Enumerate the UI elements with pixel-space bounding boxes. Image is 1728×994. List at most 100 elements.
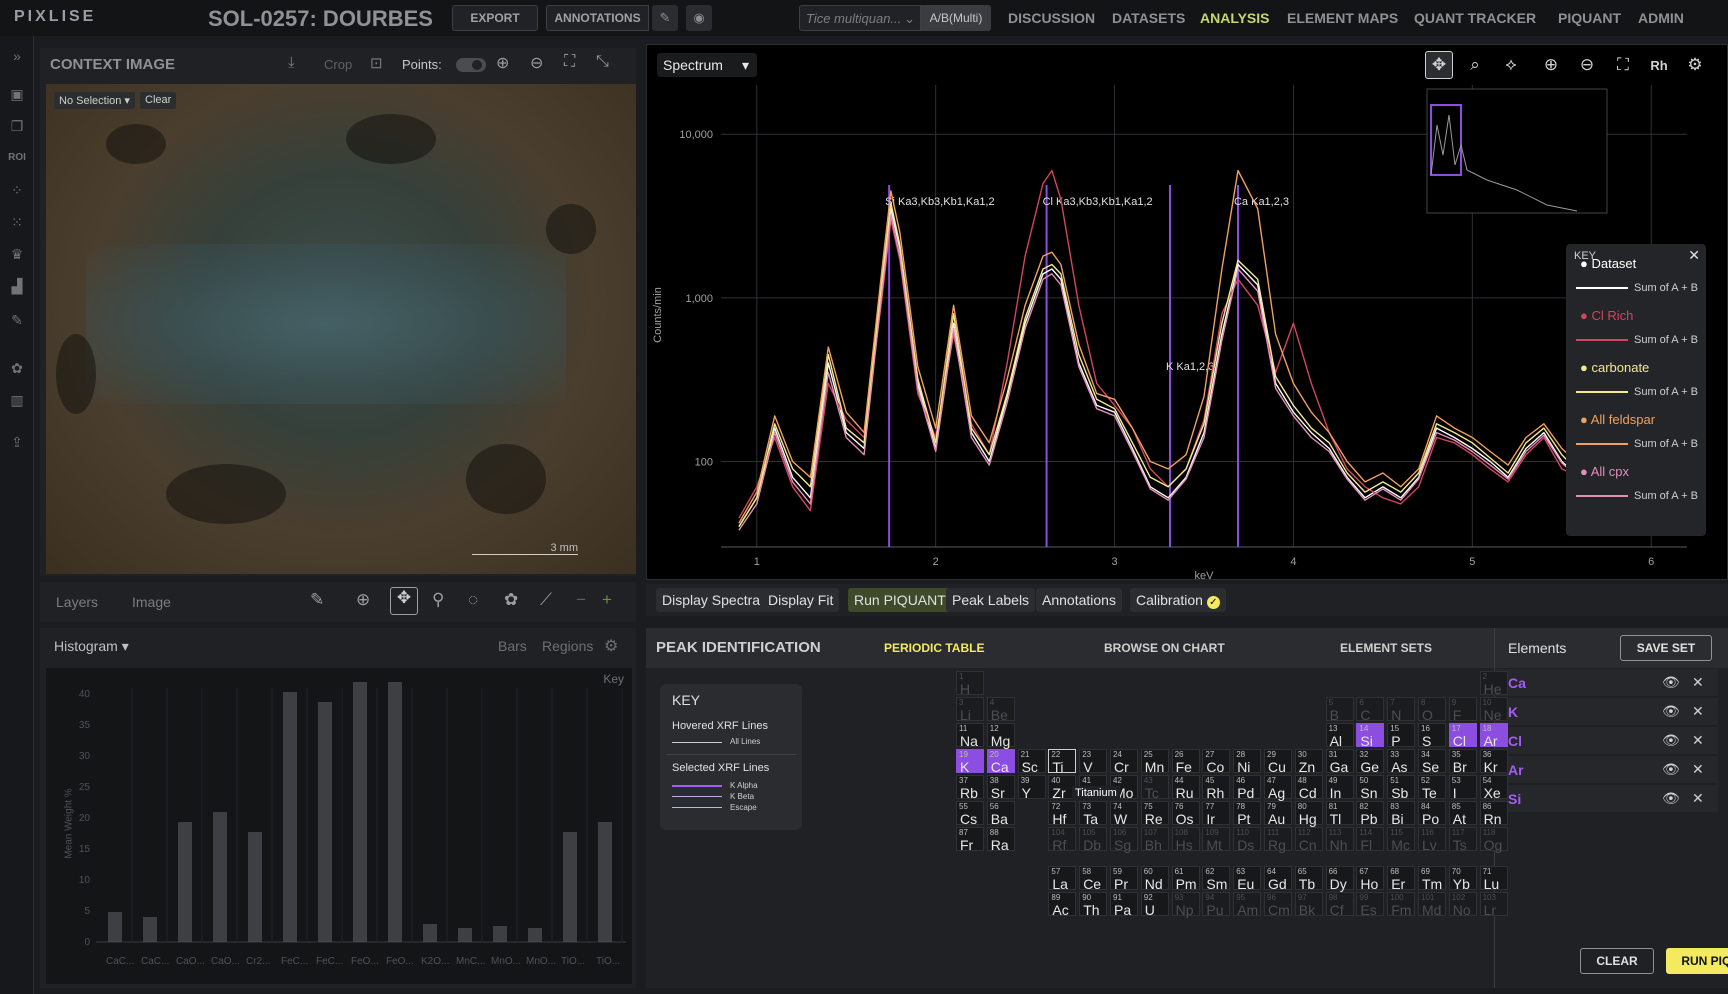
- camera-icon[interactable]: ◉: [686, 5, 712, 31]
- key-series-name[interactable]: ● Cl Rich: [1580, 308, 1633, 323]
- image-icon[interactable]: ▣: [6, 86, 28, 106]
- quant-selector[interactable]: Tice multiquan... ⌄: [799, 5, 921, 31]
- element-db[interactable]: 105 Db: [1079, 827, 1108, 853]
- selected-element-row[interactable]: K 👁 ✕: [1496, 697, 1718, 725]
- element-ti[interactable]: 22 Ti: [1048, 749, 1077, 775]
- element-cd[interactable]: 48 Cd: [1294, 775, 1323, 801]
- element-mc[interactable]: 115 Mc: [1387, 827, 1416, 853]
- palette-icon[interactable]: ✿: [504, 590, 518, 610]
- eye-icon[interactable]: 👁: [1662, 674, 1680, 691]
- element-si[interactable]: 14 Si: [1356, 723, 1385, 749]
- selection-dropdown[interactable]: No Selection ▾: [54, 92, 135, 109]
- element-os[interactable]: 76 Os: [1171, 801, 1200, 827]
- element-es[interactable]: 99 Es: [1356, 892, 1385, 918]
- save-set-button[interactable]: SAVE SET: [1620, 635, 1712, 661]
- element-au[interactable]: 79 Au: [1264, 801, 1292, 827]
- fit-icon[interactable]: ⛶: [564, 53, 575, 71]
- element-np[interactable]: 93 Np: [1171, 892, 1200, 918]
- element-sn[interactable]: 50 Sn: [1356, 775, 1385, 801]
- grid-icon[interactable]: ⁙: [6, 214, 28, 234]
- tab-run-piquant[interactable]: Run PIQUANT: [848, 588, 952, 612]
- element-se[interactable]: 34 Se: [1418, 749, 1446, 775]
- element-la[interactable]: 57 La: [1048, 866, 1077, 892]
- element-he[interactable]: 2 He: [1479, 671, 1508, 697]
- element-pb[interactable]: 82 Pb: [1356, 801, 1385, 827]
- element-cs[interactable]: 55 Cs: [956, 801, 984, 827]
- element-xe[interactable]: 54 Xe: [1479, 775, 1508, 801]
- histogram-bar[interactable]: [318, 702, 332, 942]
- element-cr[interactable]: 24 Cr: [1110, 749, 1138, 775]
- zoom-in-icon[interactable]: ⊕: [496, 53, 509, 73]
- histogram-bar[interactable]: [528, 928, 542, 942]
- element-ce[interactable]: 58 Ce: [1079, 866, 1108, 892]
- plus-icon[interactable]: +: [602, 590, 612, 610]
- tab-periodic-table[interactable]: PERIODIC TABLE: [884, 641, 984, 655]
- element-th[interactable]: 90 Th: [1079, 892, 1108, 918]
- clear-selection-button[interactable]: Clear: [140, 92, 177, 109]
- element-ne[interactable]: 10 Ne: [1479, 697, 1508, 723]
- minus-icon[interactable]: −: [576, 590, 586, 610]
- element-br[interactable]: 35 Br: [1448, 749, 1477, 775]
- key-series-name[interactable]: ● All cpx: [1580, 464, 1629, 479]
- histogram-bar[interactable]: [283, 692, 297, 942]
- element-nd[interactable]: 60 Nd: [1140, 866, 1169, 892]
- tab-calibration[interactable]: Calibration ✓: [1130, 588, 1226, 612]
- element-h[interactable]: 1H: [956, 671, 984, 697]
- element-hf[interactable]: 72 Hf: [1048, 801, 1077, 827]
- element-bk[interactable]: 97 Bk: [1294, 892, 1323, 918]
- histogram-bar[interactable]: [178, 822, 192, 942]
- tab-annotations[interactable]: Annotations: [1036, 588, 1122, 612]
- element-lv[interactable]: 116 Lv: [1418, 827, 1446, 853]
- element-ga[interactable]: 31 Ga: [1325, 749, 1354, 775]
- selected-element-row[interactable]: Cl 👁 ✕: [1496, 726, 1718, 754]
- tab-image[interactable]: Image: [132, 594, 171, 610]
- element-k[interactable]: 19 K: [956, 749, 984, 775]
- collapse-icon[interactable]: ⤡: [596, 53, 609, 71]
- element-cu[interactable]: 29 Cu: [1264, 749, 1292, 775]
- eye-icon[interactable]: 👁: [1662, 790, 1680, 807]
- element-rn[interactable]: 86 Rn: [1479, 801, 1508, 827]
- crop-button[interactable]: Crop: [324, 57, 352, 72]
- element-sb[interactable]: 51 Sb: [1387, 775, 1416, 801]
- histogram-bar[interactable]: [598, 822, 612, 942]
- element-ts[interactable]: 117 Ts: [1448, 827, 1477, 853]
- element-ni[interactable]: 28 Ni: [1233, 749, 1262, 775]
- element-md[interactable]: 101 Md: [1418, 892, 1446, 918]
- element-pr[interactable]: 59 Pr: [1110, 866, 1138, 892]
- download-icon[interactable]: ⤓: [288, 54, 295, 71]
- tab-peak-labels[interactable]: Peak Labels: [946, 588, 1036, 612]
- palette-icon[interactable]: ✿: [6, 360, 28, 380]
- ab-multi-button[interactable]: A/B(Multi): [921, 5, 991, 31]
- histogram-bar[interactable]: [213, 812, 227, 942]
- element-tb[interactable]: 65 Tb: [1294, 866, 1323, 892]
- crown-icon[interactable]: ♛: [6, 246, 28, 266]
- element-ru[interactable]: 44 Ru: [1171, 775, 1200, 801]
- element-w[interactable]: 74 W: [1110, 801, 1138, 827]
- selected-element-row[interactable]: Ca 👁 ✕: [1496, 668, 1718, 696]
- nav-discussion[interactable]: DISCUSSION: [1008, 10, 1095, 26]
- element-al[interactable]: 13 Al: [1325, 723, 1354, 749]
- element-gd[interactable]: 64 Gd: [1264, 866, 1292, 892]
- scatter-icon[interactable]: ⁘: [6, 182, 28, 202]
- element-bi[interactable]: 83 Bi: [1387, 801, 1416, 827]
- remove-icon[interactable]: ✕: [1692, 674, 1704, 691]
- element-rf[interactable]: 104 Rf: [1048, 827, 1077, 853]
- histogram-bar[interactable]: [108, 912, 122, 942]
- element-pd[interactable]: 46 Pd: [1233, 775, 1262, 801]
- histogram-bar[interactable]: [353, 682, 367, 942]
- element-o[interactable]: 8O: [1418, 697, 1446, 723]
- remove-icon[interactable]: ✕: [1692, 790, 1704, 807]
- element-lu[interactable]: 71 Lu: [1479, 866, 1508, 892]
- eye-icon[interactable]: 👁: [1662, 761, 1680, 778]
- element-f[interactable]: 9F: [1448, 697, 1477, 723]
- layers-icon[interactable]: ❐: [6, 118, 28, 138]
- element-ta[interactable]: 73 Ta: [1079, 801, 1108, 827]
- nav-analysis[interactable]: ANALYSIS: [1200, 10, 1270, 26]
- gradient-icon[interactable]: ▥: [6, 392, 28, 412]
- element-ba[interactable]: 56 Ba: [986, 801, 1015, 827]
- element-rg[interactable]: 111 Rg: [1264, 827, 1292, 853]
- element-eu[interactable]: 63 Eu: [1233, 866, 1262, 892]
- upload-icon[interactable]: ⇪: [6, 434, 28, 454]
- line-icon[interactable]: ⟋: [540, 590, 552, 610]
- histogram-bar[interactable]: [458, 928, 472, 942]
